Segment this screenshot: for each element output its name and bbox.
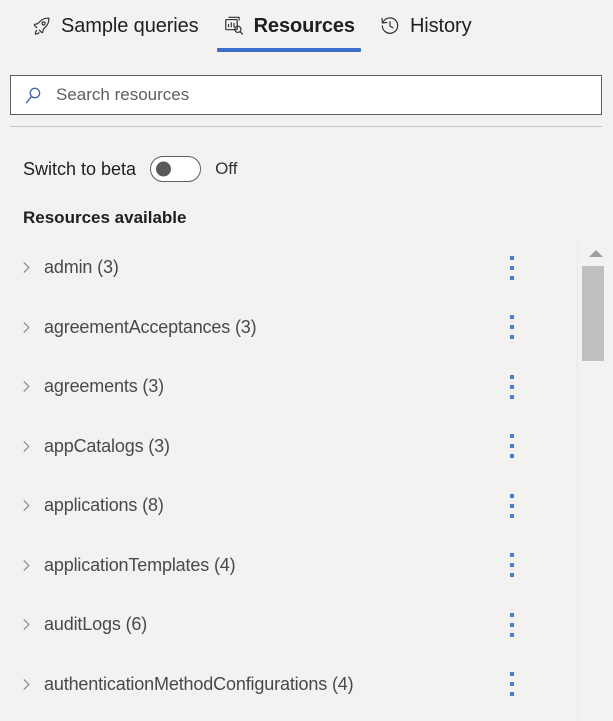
scroll-up-button[interactable] xyxy=(578,244,613,262)
list-item[interactable]: applicationTemplates (4) xyxy=(0,536,577,596)
scrollbar-track[interactable] xyxy=(577,238,613,721)
list-item-label: agreements (3) xyxy=(44,376,164,397)
list-item-label: auditLogs (6) xyxy=(44,614,147,635)
more-options-icon[interactable] xyxy=(505,312,519,342)
list-item-label: applicationTemplates (4) xyxy=(44,555,236,576)
rocket-icon xyxy=(30,15,52,37)
history-clock-icon xyxy=(379,15,401,37)
scrollbar-thumb[interactable] xyxy=(582,266,604,361)
chevron-right-icon[interactable] xyxy=(18,676,34,692)
beta-toggle-row: Switch to beta Off xyxy=(23,156,237,182)
beta-toggle-switch[interactable] xyxy=(150,156,201,182)
more-options-icon[interactable] xyxy=(505,610,519,640)
list-item[interactable]: agreementAcceptances (3) xyxy=(0,298,577,358)
tab-resources[interactable]: Resources xyxy=(211,0,367,52)
chevron-right-icon[interactable] xyxy=(18,319,34,335)
list-item-label: applications (8) xyxy=(44,495,164,516)
chevron-right-icon[interactable] xyxy=(18,260,34,276)
list-item-label: admin (3) xyxy=(44,257,119,278)
list-item[interactable]: auditLogs (6) xyxy=(0,595,577,655)
more-options-icon[interactable] xyxy=(505,669,519,699)
tab-underline-resources xyxy=(217,48,361,52)
tab-label-resources: Resources xyxy=(254,16,355,36)
more-options-icon[interactable] xyxy=(505,372,519,402)
tab-label-sample-queries: Sample queries xyxy=(61,16,199,36)
search-input[interactable] xyxy=(56,76,601,114)
chevron-right-icon[interactable] xyxy=(18,379,34,395)
beta-toggle-state: Off xyxy=(215,159,237,179)
toggle-knob xyxy=(156,162,171,177)
list-item-label: agreementAcceptances (3) xyxy=(44,317,257,338)
tabstrip: Sample queries Resources History xyxy=(0,0,613,62)
chevron-right-icon[interactable] xyxy=(18,557,34,573)
list-item[interactable]: admin (3) xyxy=(0,238,577,298)
chevron-right-icon[interactable] xyxy=(18,498,34,514)
search-icon xyxy=(22,84,44,106)
resources-list: admin (3) agreementAcceptances (3) agree… xyxy=(0,238,577,721)
more-options-icon[interactable] xyxy=(505,253,519,283)
chevron-right-icon[interactable] xyxy=(18,438,34,454)
list-item[interactable]: agreements (3) xyxy=(0,357,577,417)
resources-chart-search-icon xyxy=(223,15,245,37)
chevron-right-icon[interactable] xyxy=(18,617,34,633)
tab-label-history: History xyxy=(410,16,472,36)
header-divider xyxy=(10,126,602,127)
caret-up-icon xyxy=(589,250,603,257)
list-item[interactable]: applications (8) xyxy=(0,476,577,536)
list-item-label: authenticationMethodConfigurations (4) xyxy=(44,674,354,695)
list-item[interactable]: authenticationMethodConfigurations (4) xyxy=(0,655,577,715)
resources-available-heading: Resources available xyxy=(23,208,186,228)
list-item-label: appCatalogs (3) xyxy=(44,436,170,457)
more-options-icon[interactable] xyxy=(505,550,519,580)
tab-sample-queries[interactable]: Sample queries xyxy=(18,0,211,52)
tab-history[interactable]: History xyxy=(367,0,484,52)
list-item[interactable]: appCatalogs (3) xyxy=(0,417,577,477)
more-options-icon[interactable] xyxy=(505,431,519,461)
beta-toggle-label: Switch to beta xyxy=(23,159,136,180)
more-options-icon[interactable] xyxy=(505,491,519,521)
search-box[interactable] xyxy=(10,75,602,115)
